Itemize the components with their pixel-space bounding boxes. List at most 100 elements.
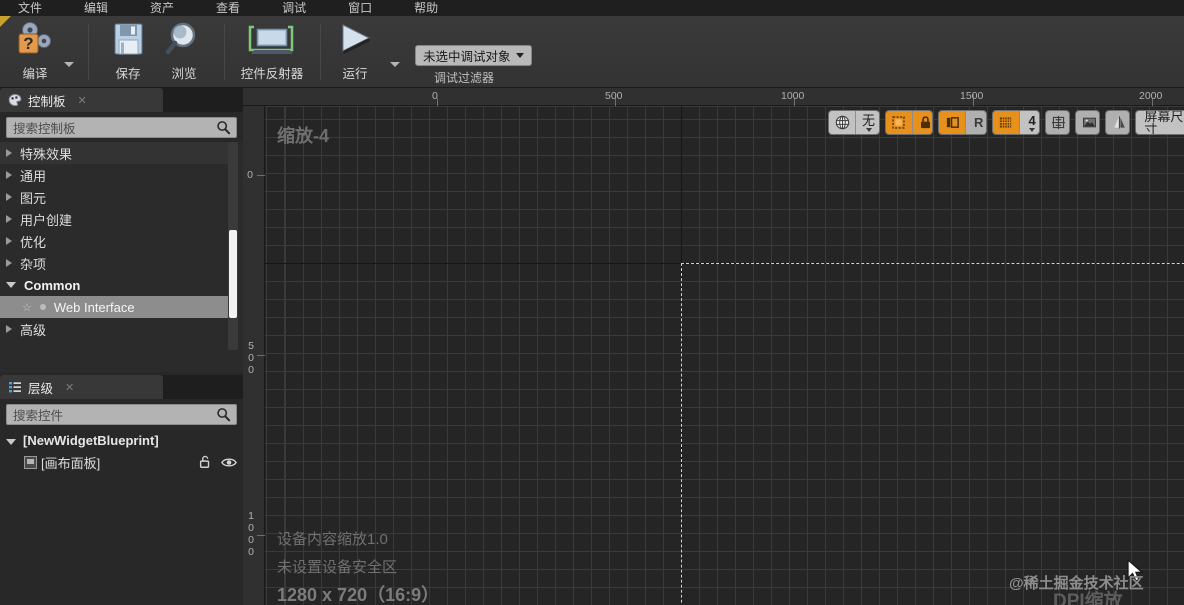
menu-window[interactable]: 窗口 (348, 0, 372, 16)
palette-item-label: Web Interface (53, 299, 135, 315)
close-icon[interactable]: ✕ (65, 381, 74, 394)
hierarchy-root-row[interactable]: [NewWidgetBlueprint] (0, 429, 243, 451)
palette-scrollbar[interactable] (228, 142, 238, 350)
unlock-icon[interactable] (198, 455, 212, 469)
palette-item-web-interface[interactable]: ☆ Web Interface (0, 296, 228, 318)
magnifier-icon (165, 22, 196, 55)
ruler-label-h: 500 (605, 90, 623, 102)
ruler-label-v: 500 (245, 340, 257, 376)
widget-bounds-outline[interactable] (681, 263, 1184, 605)
mirror-toggle[interactable] (1106, 111, 1130, 134)
toolbar-separator-1 (88, 24, 89, 80)
umg-designer-window: 文件 编辑 资产 查看 调试 窗口 帮助 ? 编译 保存 浏览 控件反射器 运行… (0, 0, 1184, 605)
ruler-label-h: 1000 (781, 90, 805, 102)
localization-none-dropdown[interactable]: 无 (855, 111, 879, 134)
snap-to-size-toggle[interactable] (1045, 111, 1070, 134)
grid-icon (999, 117, 1012, 128)
play-icon (342, 24, 371, 54)
palette-item-primitive[interactable]: 图元 (0, 186, 243, 208)
widget-reflector-label: 控件反射器 (240, 67, 304, 81)
compile-button[interactable]: ? 编译 (6, 20, 64, 84)
image-icon (1082, 117, 1096, 128)
palette-item-common-group[interactable]: Common (0, 274, 243, 296)
palette-item-label: Common (24, 277, 81, 293)
chevron-down-icon (6, 281, 16, 292)
design-canvas[interactable]: 缩放-4 设备内容缩放1.0 未设置设备安全区 1280 x 720（16:9） (265, 106, 1184, 605)
palette-item-special-effects[interactable]: 特殊效果 (0, 142, 228, 164)
mirror-group (1105, 110, 1131, 135)
palette-search-placeholder: 搜索控制板 (13, 122, 76, 136)
menu-debug[interactable]: 调试 (282, 0, 306, 16)
hierarchy-canvas-panel-row[interactable]: [画布面板] (0, 451, 243, 473)
localization-group: 无 (828, 110, 880, 135)
palette-list[interactable]: 特殊效果 通用 图元 用户创建 优化 杂项 Common ☆ Web Inter… (0, 142, 243, 372)
screen-size-button[interactable]: 屏幕尺寸 (1136, 111, 1184, 134)
palette-icon (8, 93, 22, 107)
hierarchy-tab-label: 层级 (28, 381, 54, 396)
debug-filter-label: 调试过滤器 (434, 71, 495, 85)
search-icon (217, 408, 231, 422)
tab-palette[interactable]: 控制板 ✕ (0, 88, 163, 112)
fill-screen-toggle[interactable] (939, 111, 966, 134)
dashed-outline-toggle[interactable] (885, 111, 912, 134)
toolbar-separator-3 (320, 24, 321, 80)
lock-toggle[interactable] (911, 111, 933, 134)
menu-file[interactable]: 文件 (18, 0, 42, 16)
widget-reflector-button[interactable]: 控件反射器 (232, 20, 312, 84)
palette-item-label: 杂项 (20, 256, 47, 272)
palette-item-advanced[interactable]: 高级 (0, 318, 243, 340)
play-button[interactable]: 运行 (328, 20, 382, 84)
canvas-panel-icon (24, 455, 37, 469)
snap-grid-toggle[interactable] (992, 111, 1019, 134)
grid-size-dropdown[interactable]: 4 (1018, 111, 1039, 134)
favorite-star-icon[interactable]: ☆ (22, 301, 32, 314)
menu-view[interactable]: 查看 (216, 0, 240, 16)
search-icon (217, 121, 231, 135)
outline-lock-group (884, 110, 934, 135)
palette-tabbar: 控制板 ✕ (0, 88, 243, 112)
palette-item-label: 图元 (20, 190, 47, 206)
palette-item-label: 用户创建 (20, 212, 73, 228)
debug-object-dropdown[interactable]: 未选中调试对象 (415, 45, 532, 66)
compile-icon: ? (18, 22, 51, 54)
tab-hierarchy[interactable]: 层级 ✕ (0, 375, 163, 399)
chevron-down-icon (865, 128, 872, 132)
chevron-right-icon (6, 149, 12, 157)
designer-viewport[interactable]: 0 500 1000 1500 2000 0 500 1000 缩放-4 设备内… (243, 88, 1184, 605)
palette-search-input[interactable]: 搜索控制板 (6, 117, 237, 138)
compile-options-arrow[interactable] (64, 62, 74, 67)
ruler-label-h: 2000 (1139, 90, 1163, 102)
play-options-arrow[interactable] (390, 62, 400, 67)
palette-item-label: 通用 (20, 168, 47, 184)
zoom-level-label: 缩放-4 (277, 126, 330, 146)
localization-preview-button[interactable] (829, 111, 855, 134)
eye-icon[interactable] (221, 456, 237, 469)
close-icon[interactable]: ✕ (78, 94, 87, 107)
dpi-scale-note: 设备内容缩放1.0 (277, 531, 388, 548)
save-label: 保存 (115, 67, 141, 81)
palette-item-user-created[interactable]: 用户创建 (0, 208, 243, 230)
chevron-down-icon[interactable] (6, 438, 16, 445)
preview-background-toggle[interactable] (1076, 111, 1100, 134)
hierarchy-tabbar: 层级 ✕ (0, 375, 243, 399)
palette-item-optimization[interactable]: 优化 (0, 230, 243, 252)
hierarchy-search-input[interactable]: 搜索控件 (6, 404, 237, 425)
browse-button[interactable]: 浏览 (156, 20, 212, 84)
menu-help[interactable]: 帮助 (414, 0, 438, 16)
save-button[interactable]: 保存 (100, 20, 156, 84)
respect-locks-toggle[interactable]: R (965, 111, 986, 134)
palette-item-common-cat[interactable]: 通用 (0, 164, 243, 186)
dashed-square-icon (892, 116, 906, 129)
debug-object-value: 未选中调试对象 (423, 50, 511, 64)
mouse-cursor-icon (1127, 559, 1144, 582)
ruler-tick (257, 175, 265, 176)
menu-asset[interactable]: 资产 (150, 0, 174, 16)
hierarchy-tree[interactable]: [NewWidgetBlueprint] [画布面板] (0, 429, 243, 473)
palette-item-misc[interactable]: 杂项 (0, 252, 243, 274)
play-label: 运行 (342, 67, 368, 81)
resolution-note: 1280 x 720（16:9） (277, 585, 440, 605)
menu-edit[interactable]: 编辑 (84, 0, 108, 16)
hierarchy-child-label: [画布面板] (41, 455, 101, 471)
fill-screen-group: R (938, 110, 987, 135)
palette-scrollbar-thumb[interactable] (229, 230, 237, 318)
